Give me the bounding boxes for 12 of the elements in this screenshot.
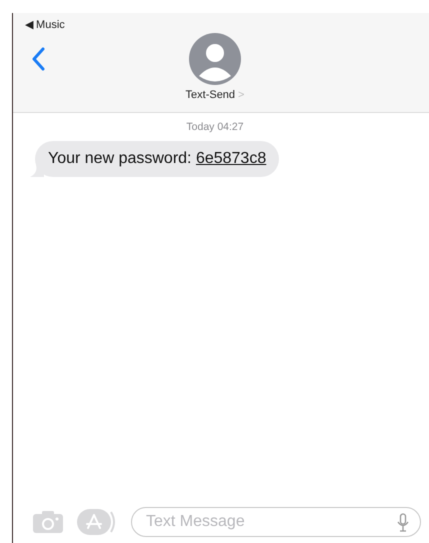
- back-chevron-icon[interactable]: [31, 47, 45, 71]
- password-link[interactable]: 6e5873c8: [196, 150, 266, 167]
- microphone-icon[interactable]: [397, 513, 409, 533]
- contact-name[interactable]: Text-Send: [186, 89, 236, 101]
- chevron-glyph: >: [238, 89, 244, 101]
- back-to-app-link[interactable]: ◀ Music: [25, 19, 65, 31]
- camera-icon[interactable]: [33, 511, 63, 533]
- message-text: Your new password: 6e5873c8: [48, 150, 266, 167]
- avatar-icon[interactable]: [189, 33, 241, 85]
- app-store-icon[interactable]: [77, 509, 117, 535]
- timestamp: Today 04:27: [185, 121, 245, 133]
- message-input-field[interactable]: Text Message: [131, 507, 421, 537]
